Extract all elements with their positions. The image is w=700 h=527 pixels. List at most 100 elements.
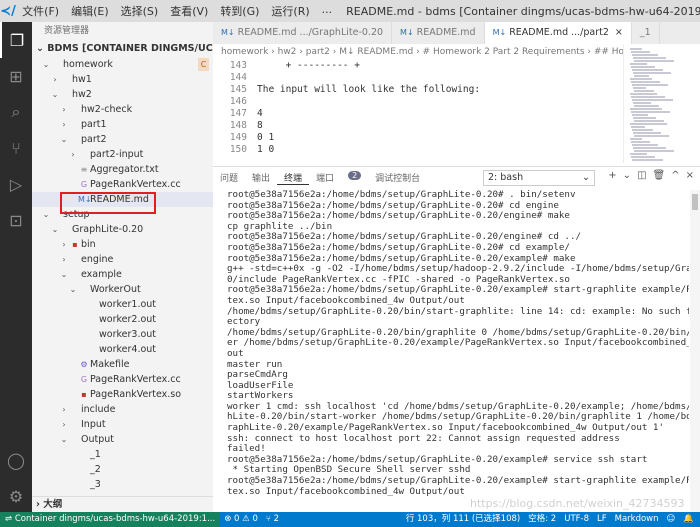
new-terminal-icon[interactable]: +	[608, 170, 616, 181]
minimap-line	[634, 150, 674, 152]
tree-item[interactable]: › hw2-check	[32, 102, 213, 117]
tree-item-label: worker3.out	[99, 329, 157, 340]
outline-section-header[interactable]: › 大纲	[32, 496, 213, 512]
tree-item[interactable]: _3	[32, 477, 213, 492]
shell-select-value: 2: bash	[488, 172, 524, 183]
editor-tab[interactable]: M↓ README.md .../part2 ×	[484, 22, 632, 44]
chevron-right-icon: ›	[62, 240, 66, 249]
tree-item[interactable]: worker1.out	[32, 297, 213, 312]
tree-item[interactable]: G PageRankVertex.cc	[32, 372, 213, 387]
tree-item[interactable]: worker4.out	[32, 342, 213, 357]
explorer-icon[interactable]: ❐	[0, 22, 32, 58]
tree-item[interactable]: ⌄ GraphLite-0.20	[32, 222, 213, 237]
tree-item[interactable]: ⌄ WorkerOut	[32, 282, 213, 297]
terminal-output[interactable]: root@5e38a7156e2a:/home/bdms/setup/Graph…	[213, 190, 689, 512]
tree-item[interactable]: _2	[32, 462, 213, 477]
notifications-icon[interactable]: 🔔	[683, 512, 694, 527]
minimap-line	[631, 81, 660, 83]
minimap-line	[630, 78, 652, 80]
split-terminal-icon[interactable]: ◫	[637, 170, 646, 181]
ports-status[interactable]: ⑂ 2	[266, 512, 279, 527]
tree-item[interactable]: _1	[32, 447, 213, 462]
tree-item[interactable]: › ▪ bin	[32, 237, 213, 252]
tree-item-label: _3	[90, 479, 101, 490]
terminal-dropdown-icon[interactable]: ⌄	[623, 170, 631, 181]
editor-tab[interactable]: M↓ README.md .../GraphLite-0.20	[213, 22, 393, 44]
tree-item[interactable]: › engine	[32, 252, 213, 267]
terminal-shell-select[interactable]: 2: bash ⌄	[483, 170, 595, 186]
remote-indicator[interactable]: ⇌ Container dingms/ucas-bdms-hw-u64-2019…	[0, 512, 221, 527]
encoding[interactable]: UTF-8	[564, 512, 589, 527]
workspace-section-header[interactable]: ⌄ BDMS [CONTAINER DINGMS/UCAS-BDMS-H...	[32, 40, 213, 57]
tree-item[interactable]: worker3.out	[32, 327, 213, 342]
tree-item-label: homework	[63, 59, 113, 70]
menu-item[interactable]: ...	[316, 3, 339, 19]
search-icon[interactable]: ⌕	[0, 94, 32, 130]
line-text: 8	[257, 120, 263, 131]
run-debug-icon[interactable]: ▷	[0, 166, 32, 202]
tree-item[interactable]: ⌄ example	[32, 267, 213, 282]
panel-tab[interactable]: 端口	[309, 171, 341, 185]
terminal-scrollbar[interactable]	[690, 190, 700, 512]
panel-tab[interactable]: 问题	[213, 171, 245, 185]
editor-line: 145 The input will look like the followin…	[213, 84, 623, 96]
minimap-line	[631, 51, 650, 53]
tree-item[interactable]: ≡ Aggregator.txt	[32, 162, 213, 177]
close-panel-icon[interactable]: ×	[686, 170, 694, 181]
tree-item[interactable]: worker2.out	[32, 312, 213, 327]
tree-item[interactable]: ⌄ Output	[32, 432, 213, 447]
remote-explorer-icon[interactable]: ⊡	[0, 202, 32, 238]
trash-icon[interactable]: 🗑	[653, 170, 666, 181]
panel-tab[interactable]: 输出	[245, 171, 277, 185]
chevron-right-icon: ›	[62, 405, 66, 414]
editor-area[interactable]: 143 + --------- +144 145 The input will lo…	[213, 60, 623, 163]
source-control-icon[interactable]: ⑂	[0, 130, 32, 166]
line-number: 143	[229, 60, 247, 71]
accounts-icon[interactable]: ◯	[0, 442, 32, 478]
feedback-icon[interactable]: ☺	[667, 512, 676, 527]
extensions-icon[interactable]: ⊞	[0, 58, 32, 94]
terminal-line: tex.so Input/facebookcombined_4w Output/…	[227, 486, 465, 497]
settings-icon[interactable]: ⚙	[0, 478, 32, 514]
line-number: 145	[229, 84, 247, 95]
tree-item[interactable]: ⌄ part2	[32, 132, 213, 147]
line-number: 146	[229, 96, 247, 107]
tree-item[interactable]: ⌄ hw2	[32, 87, 213, 102]
tree-item[interactable]: › include	[32, 402, 213, 417]
scm-badge: C	[198, 58, 209, 71]
problems-status[interactable]: ⊗ 0 ⚠ 0	[224, 512, 258, 527]
editor-tab[interactable]: _1	[631, 22, 660, 44]
menu-item[interactable]: 编辑(E)	[65, 3, 115, 19]
panel-tab-label: 终端	[284, 173, 303, 184]
panel-tab[interactable]: 调试控制台	[368, 171, 427, 185]
menu-item[interactable]: 运行(R)	[265, 3, 315, 19]
line-text: 1 0	[257, 144, 275, 155]
editor-tab[interactable]: M↓ README.md	[392, 22, 485, 44]
maximize-panel-icon[interactable]: ^	[671, 170, 679, 181]
cursor-position[interactable]: 行 103，列 111 (已选择108)	[406, 512, 520, 527]
tree-item[interactable]: › part2-input	[32, 147, 213, 162]
tree-item[interactable]: › hw1	[32, 72, 213, 87]
tree-item-label: Output	[81, 434, 114, 445]
minimap[interactable]	[623, 44, 700, 163]
language-mode[interactable]: Markdown	[615, 512, 659, 527]
tree-item[interactable]: › Input	[32, 417, 213, 432]
breadcrumb[interactable]: homework › hw2 › part2 › M↓ README.md › …	[213, 44, 623, 60]
tab-label: README.md .../GraphLite-0.20	[237, 27, 384, 38]
menu-item[interactable]: 文件(F)	[16, 3, 65, 19]
chevron-down-icon: ⌄	[60, 135, 68, 144]
minimap-line	[632, 144, 658, 146]
indentation[interactable]: 空格: 2	[528, 512, 556, 527]
menu-item[interactable]: 转到(G)	[214, 3, 265, 19]
tree-item[interactable]: ▪ PageRankVertex.so	[32, 387, 213, 402]
tree-item[interactable]: ⚙ Makefile	[32, 357, 213, 372]
end-of-line[interactable]: LF	[597, 512, 607, 527]
panel-tab[interactable]: 终端	[277, 171, 310, 185]
menu-item[interactable]: 查看(V)	[164, 3, 214, 19]
tree-item[interactable]: G PageRankVertex.cc	[32, 177, 213, 192]
close-icon[interactable]: ×	[615, 27, 623, 38]
menu-item[interactable]: 选择(S)	[115, 3, 165, 19]
tree-item[interactable]: ⌄ homework C	[32, 57, 213, 72]
tree-item[interactable]: › part1	[32, 117, 213, 132]
scrollbar-thumb[interactable]	[692, 194, 698, 210]
